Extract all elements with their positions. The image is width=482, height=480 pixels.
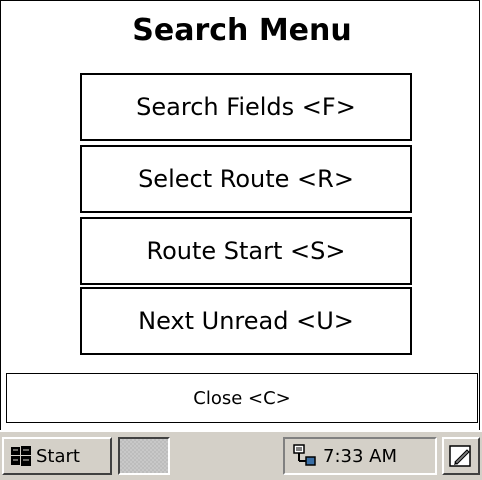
close-button[interactable]: Close <C>	[6, 373, 478, 423]
start-button[interactable]: Start	[2, 437, 112, 475]
network-icon[interactable]	[291, 443, 317, 469]
next-unread-button[interactable]: Next Unread <U>	[80, 287, 412, 355]
input-panel-button[interactable]	[442, 437, 480, 475]
taskbar: Start 7:33 AM	[0, 430, 482, 480]
clock[interactable]: 7:33 AM	[323, 446, 397, 467]
route-start-button[interactable]: Route Start <S>	[80, 217, 412, 285]
search-fields-button[interactable]: Search Fields <F>	[80, 73, 412, 141]
system-tray: 7:33 AM	[283, 437, 437, 475]
start-label: Start	[36, 445, 80, 467]
task-slot[interactable]	[118, 437, 170, 475]
windows-flag-icon	[11, 446, 31, 466]
pen-input-icon	[449, 445, 471, 467]
page-title: Search Menu	[132, 13, 352, 48]
select-route-button[interactable]: Select Route <R>	[80, 145, 412, 213]
device-screen: Search Menu Search Fields <F> Select Rou…	[0, 0, 482, 480]
search-menu-window: Search Menu Search Fields <F> Select Rou…	[0, 0, 480, 430]
